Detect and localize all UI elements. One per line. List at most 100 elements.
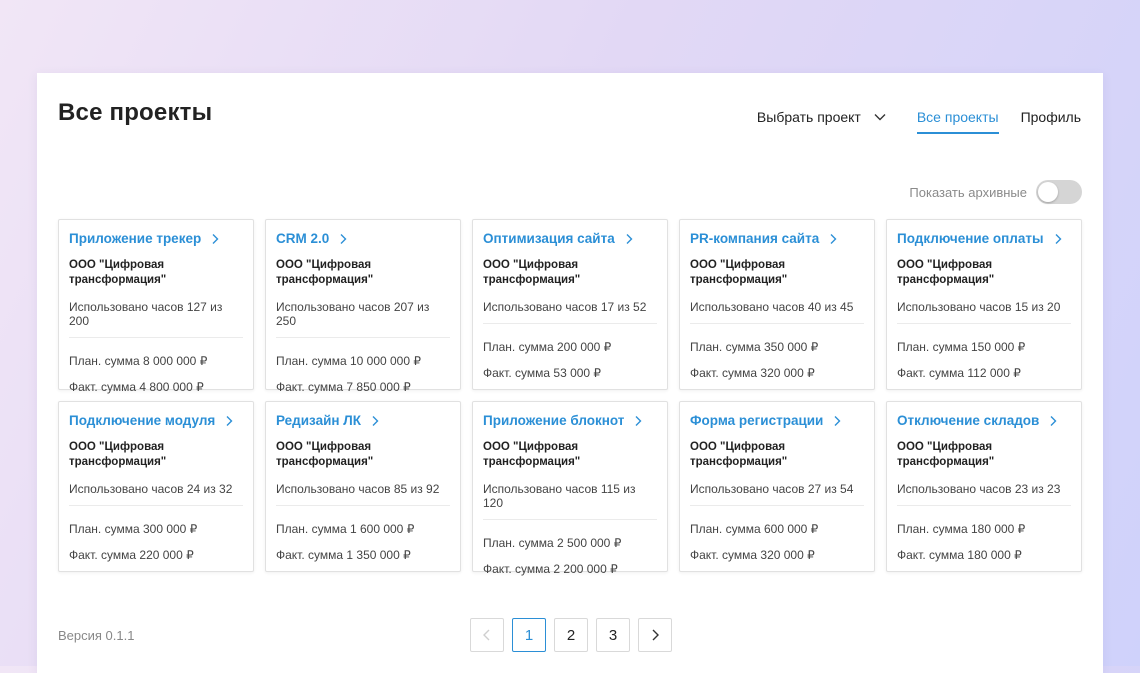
project-card: Форма регистрации ООО "Цифровая трансформ…: [679, 401, 875, 572]
project-plan-sum: План. сумма 2 500 000 ₽: [483, 536, 622, 550]
project-card: Оптимизация сайта ООО "Цифровая трансформ…: [472, 219, 668, 390]
project-title: Форма регистрации: [690, 413, 824, 428]
project-hours: Использовано часов 15 из 20: [897, 300, 1071, 324]
project-title: Подключение оплаты: [897, 231, 1044, 246]
project-plan-sum: План. сумма 150 000 ₽: [897, 340, 1026, 354]
project-fact-sum: Факт. сумма 112 000 ₽: [897, 366, 1021, 380]
project-fact-sum: Факт. сумма 2 200 000 ₽: [483, 562, 618, 576]
project-link[interactable]: PR-компания сайта: [690, 231, 864, 246]
project-plan-sum: План. сумма 1 600 000 ₽: [276, 522, 415, 536]
project-company: ООО "Цифровая трансформация": [276, 441, 374, 468]
project-fact-sum: Факт. сумма 4 800 000 ₽: [69, 380, 204, 394]
archive-filter: Показать архивные: [909, 180, 1082, 204]
project-title: CRM 2.0: [276, 231, 330, 246]
main-panel: Все проекты Выбрать проект Все проекты П…: [37, 73, 1103, 673]
project-fact-sum: Факт. сумма 1 350 000 ₽: [276, 548, 411, 562]
archive-toggle[interactable]: [1036, 180, 1082, 204]
project-link[interactable]: Форма регистрации: [690, 413, 864, 428]
project-company: ООО "Цифровая трансформация": [69, 441, 167, 468]
nav-all-projects[interactable]: Все проекты: [916, 109, 999, 134]
nav-profile[interactable]: Профиль: [1021, 109, 1081, 125]
project-card: Подключение модуля ООО "Цифровая трансфор…: [58, 401, 254, 572]
project-hours: Использовано часов 40 из 45: [690, 300, 864, 324]
project-card: Приложение трекер ООО "Цифровая трансформ…: [58, 219, 254, 394]
project-plan-sum: План. сумма 200 000 ₽: [483, 340, 612, 354]
project-link[interactable]: Отключение складов: [897, 413, 1071, 428]
prev-page-button[interactable]: [470, 618, 504, 652]
project-card: Редизайн ЛК ООО "Цифровая трансформация" И…: [265, 401, 461, 572]
project-title: Оптимизация сайта: [483, 231, 615, 246]
project-hours: Использовано часов 207 из 250: [276, 300, 450, 338]
chevron-right-icon: [626, 233, 633, 244]
select-project-label: Выбрать проект: [756, 109, 861, 125]
archive-label: Показать архивные: [909, 184, 1027, 200]
project-fact-sum: Факт. сумма 320 000 ₽: [690, 366, 815, 380]
project-title: PR-компания сайта: [690, 231, 820, 246]
project-plan-sum: План. сумма 350 000 ₽: [690, 340, 819, 354]
project-hours: Использовано часов 23 из 23: [897, 482, 1071, 506]
project-fact-sum: Факт. сумма 320 000 ₽: [690, 548, 815, 562]
project-company: ООО "Цифровая трансформация": [690, 441, 788, 468]
project-fact-sum: Факт. сумма 180 000 ₽: [897, 548, 1022, 562]
toggle-knob: [1038, 182, 1058, 202]
project-company: ООО "Цифровая трансформация": [897, 441, 995, 468]
project-title: Отключение складов: [897, 413, 1040, 428]
project-plan-sum: План. сумма 180 000 ₽: [897, 522, 1026, 536]
project-company: ООО "Цифровая трансформация": [690, 259, 788, 286]
project-card: Подключение оплаты ООО "Цифровая трансфор…: [886, 219, 1082, 390]
project-plan-sum: План. сумма 600 000 ₽: [690, 522, 819, 536]
projects-grid: Приложение трекер ООО "Цифровая трансформ…: [58, 219, 1082, 576]
project-company: ООО "Цифровая трансформация": [897, 259, 995, 286]
project-plan-sum: План. сумма 8 000 000 ₽: [69, 354, 208, 368]
chevron-right-icon: [830, 233, 837, 244]
project-title: Подключение модуля: [69, 413, 216, 428]
chevron-right-icon: [652, 629, 659, 641]
select-project-dropdown[interactable]: Выбрать проект: [757, 109, 887, 125]
project-hours: Использовано часов 127 из 200: [69, 300, 243, 338]
chevron-down-icon: [874, 114, 886, 121]
page-button[interactable]: 3: [596, 618, 630, 652]
project-title: Приложение блокнот: [483, 413, 625, 428]
project-link[interactable]: Редизайн ЛК: [276, 413, 450, 428]
chevron-right-icon: [635, 415, 642, 426]
chevron-right-icon: [1050, 415, 1057, 426]
project-hours: Использовано часов 27 из 54: [690, 482, 864, 506]
project-link[interactable]: Подключение модуля: [69, 413, 243, 428]
top-nav: Выбрать проект Все проекты Профиль: [757, 109, 1081, 134]
project-plan-sum: План. сумма 10 000 000 ₽: [276, 354, 421, 368]
project-fact-sum: Факт. сумма 220 000 ₽: [69, 548, 194, 562]
project-hours: Использовано часов 85 из 92: [276, 482, 450, 506]
project-link[interactable]: Приложение блокнот: [483, 413, 657, 428]
project-hours: Использовано часов 17 из 52: [483, 300, 657, 324]
chevron-right-icon: [372, 415, 379, 426]
chevron-right-icon: [226, 415, 233, 426]
chevron-left-icon: [483, 629, 490, 641]
page-button[interactable]: 2: [554, 618, 588, 652]
project-link[interactable]: Подключение оплаты: [897, 231, 1071, 246]
project-company: ООО "Цифровая трансформация": [483, 441, 581, 468]
next-page-button[interactable]: [638, 618, 672, 652]
version-label: Версия 0.1.1: [58, 628, 135, 643]
project-card: Отключение складов ООО "Цифровая трансфор…: [886, 401, 1082, 572]
project-company: ООО "Цифровая трансформация": [69, 259, 167, 286]
project-card: CRM 2.0 ООО "Цифровая трансформация" Испол…: [265, 219, 461, 394]
project-hours: Использовано часов 115 из 120: [483, 482, 657, 520]
chevron-right-icon: [834, 415, 841, 426]
project-company: ООО "Цифровая трансформация": [276, 259, 374, 286]
project-link[interactable]: CRM 2.0: [276, 231, 450, 246]
project-link[interactable]: Приложение трекер: [69, 231, 243, 246]
chevron-right-icon: [340, 233, 347, 244]
project-company: ООО "Цифровая трансформация": [483, 259, 581, 286]
page-button[interactable]: 1: [512, 618, 546, 652]
project-fact-sum: Факт. сумма 53 000 ₽: [483, 366, 602, 380]
pagination: 123: [470, 618, 680, 652]
project-card: PR-компания сайта ООО "Цифровая трансформ…: [679, 219, 875, 390]
project-title: Приложение трекер: [69, 231, 202, 246]
chevron-right-icon: [212, 233, 219, 244]
chevron-right-icon: [1055, 233, 1062, 244]
project-link[interactable]: Оптимизация сайта: [483, 231, 657, 246]
project-plan-sum: План. сумма 300 000 ₽: [69, 522, 198, 536]
project-fact-sum: Факт. сумма 7 850 000 ₽: [276, 380, 411, 394]
page-title: Все проекты: [58, 99, 213, 126]
project-title: Редизайн ЛК: [276, 413, 362, 428]
